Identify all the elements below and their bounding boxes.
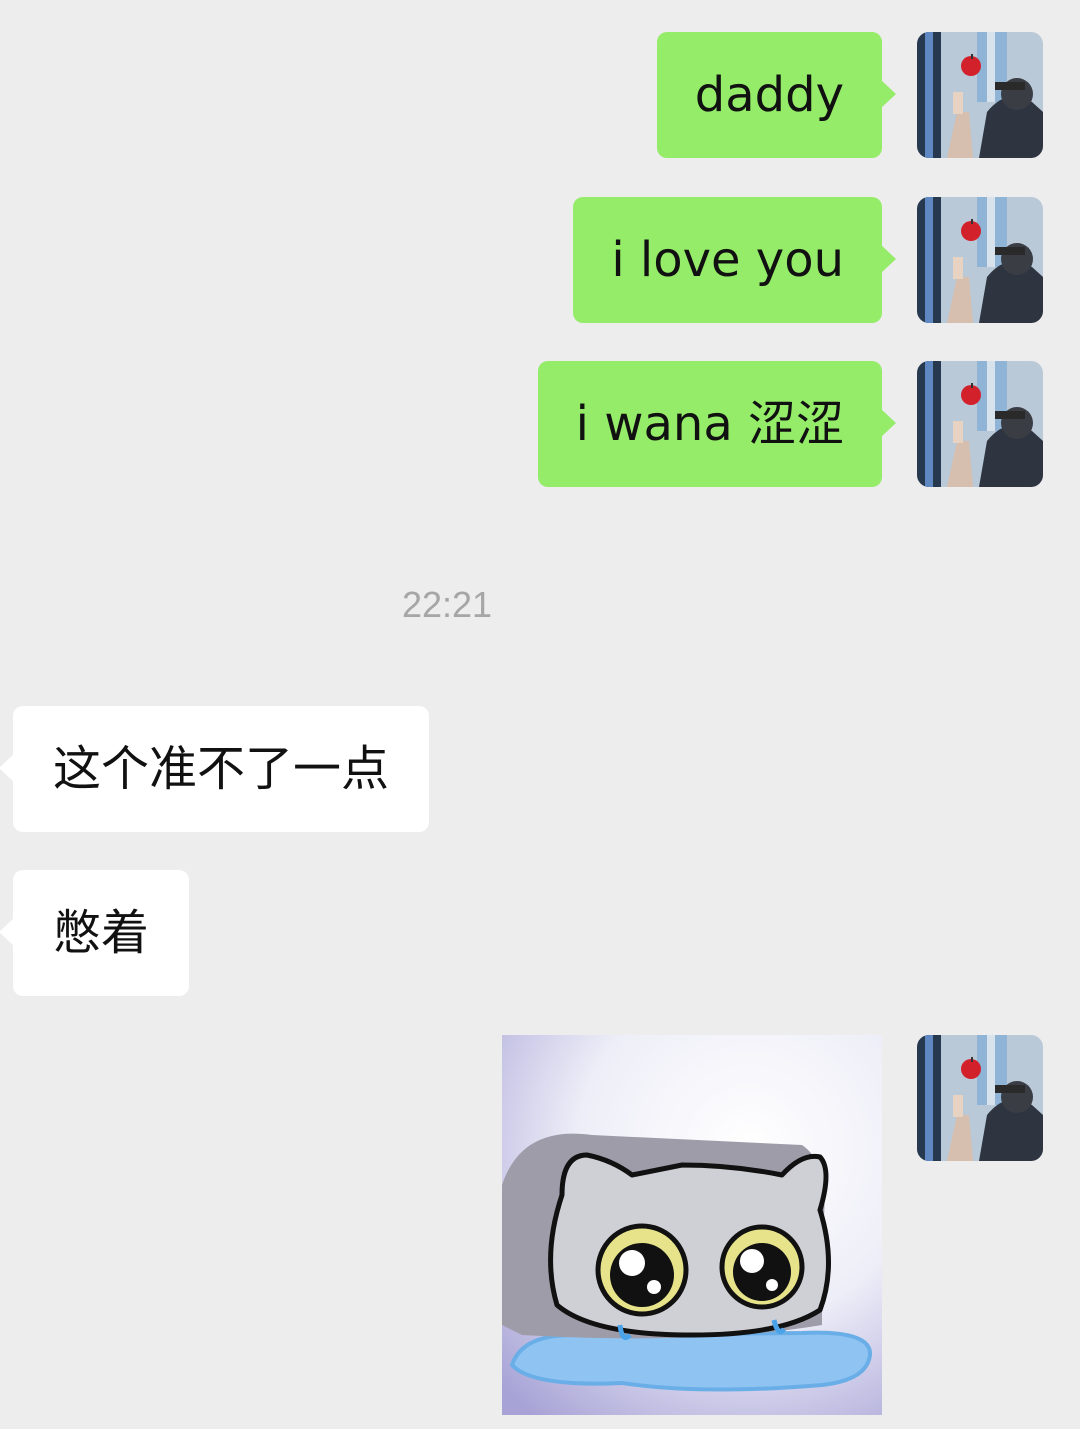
message-bubble-outgoing[interactable]: i wana 涩涩 (537, 361, 897, 487)
sticker-message[interactable] (502, 1035, 882, 1415)
user-avatar[interactable] (917, 361, 1043, 487)
user-avatar[interactable] (917, 197, 1043, 323)
avatar-photo-icon (917, 361, 1043, 487)
user-avatar[interactable] (917, 1035, 1043, 1161)
message-bubble-outgoing[interactable]: i love you (573, 197, 896, 323)
message-timestamp: 22:21 (401, 584, 493, 625)
crying-cat-sticker-icon (502, 1035, 882, 1415)
message-bubble-incoming[interactable]: 这个准不了一点 (0, 706, 430, 832)
message-bubble-incoming[interactable]: 憋着 (0, 870, 190, 996)
message-bubble-outgoing[interactable]: daddy (656, 32, 897, 158)
chat-message-list[interactable]: daddy i love you i wana 涩涩 22:21 这个准不了一点… (0, 0, 1080, 1429)
avatar-photo-icon (917, 197, 1043, 323)
avatar-photo-icon (917, 32, 1043, 158)
user-avatar[interactable] (917, 32, 1043, 158)
avatar-photo-icon (917, 1035, 1043, 1161)
